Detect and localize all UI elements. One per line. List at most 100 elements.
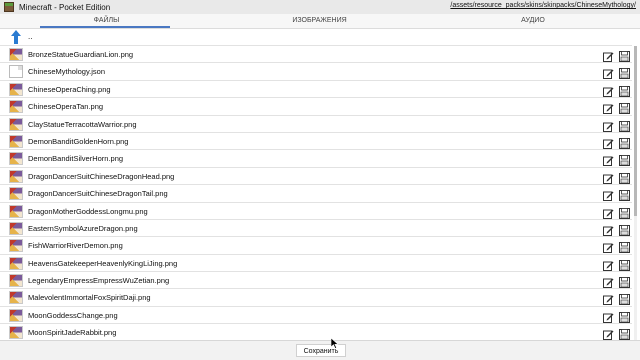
file-row[interactable]: LegendaryEmpressEmpressWuZetian.png [0, 272, 632, 290]
file-row[interactable]: EasternSymbolAzureDragon.png [0, 220, 632, 238]
save-disk-icon[interactable] [619, 206, 630, 219]
edit-icon[interactable] [603, 66, 614, 80]
image-thumbnail-icon [9, 187, 23, 201]
edit-icon[interactable] [603, 49, 614, 62]
image-thumbnail-icon [9, 152, 23, 166]
parent-directory-label: .. [28, 32, 33, 41]
edit-icon[interactable] [603, 292, 614, 306]
file-name: BronzeStatueGuardianLion.png [28, 50, 134, 59]
file-row[interactable]: DemonBanditGoldenHorn.png [0, 133, 632, 151]
file-name: DemonBanditGoldenHorn.png [28, 136, 129, 146]
file-name: ChineseMythology.json [28, 67, 105, 77]
parent-directory-row[interactable]: .. [0, 29, 632, 46]
file-name: ChineseOperaChing.png [28, 84, 111, 94]
window-title: Minecraft - Pocket Edition [19, 2, 111, 12]
scrollbar-thumb[interactable] [634, 46, 637, 216]
save-disk-icon[interactable] [619, 66, 630, 80]
save-disk-icon[interactable] [619, 84, 630, 97]
save-disk-icon[interactable] [619, 136, 630, 149]
edit-icon[interactable] [603, 101, 614, 115]
file-row[interactable]: DemonBanditSilverHorn.png [0, 150, 632, 168]
save-disk-icon[interactable] [619, 240, 630, 254]
current-path[interactable]: /assets/resource_packs/skins/skinpacks/C… [450, 2, 636, 9]
bottom-bar: Сохранить [0, 340, 640, 360]
edit-icon[interactable] [603, 171, 614, 184]
file-row[interactable]: FishWarriorRiverDemon.png [0, 237, 632, 255]
mouse-cursor-icon [331, 338, 339, 349]
file-row[interactable]: HeavensGatekeeperHeavenlyKingLiJing.png [0, 255, 632, 273]
image-thumbnail-icon [9, 169, 23, 183]
json-file-icon [9, 65, 23, 79]
save-disk-icon[interactable] [619, 188, 630, 202]
image-thumbnail-icon [9, 326, 23, 340]
save-disk-icon[interactable] [619, 171, 630, 184]
file-name: EasternSymbolAzureDragon.png [28, 223, 138, 233]
edit-icon[interactable] [603, 258, 614, 271]
save-disk-icon[interactable] [619, 101, 630, 115]
file-row[interactable]: ChineseOperaTan.png [0, 98, 632, 116]
image-thumbnail-icon [9, 256, 23, 270]
edit-icon[interactable] [603, 84, 614, 97]
file-name: FishWarriorRiverDemon.png [28, 241, 123, 251]
scrollbar[interactable] [634, 46, 637, 346]
file-list: BronzeStatueGuardianLion.png ChineseMytho… [0, 46, 632, 342]
save-disk-icon[interactable] [619, 49, 630, 62]
arrow-up-icon [11, 30, 21, 44]
file-name: LegendaryEmpressEmpressWuZetian.png [28, 276, 170, 286]
edit-icon[interactable] [603, 240, 614, 254]
file-name: HeavensGatekeeperHeavenlyKingLiJing.png [28, 258, 178, 268]
file-row[interactable]: DragonMotherGoddessLongmu.png [0, 203, 632, 220]
image-thumbnail-icon [9, 204, 23, 218]
file-row[interactable]: MoonGoddessChange.png [0, 307, 632, 325]
edit-icon[interactable] [603, 223, 614, 236]
edit-icon[interactable] [603, 136, 614, 149]
file-row[interactable]: ChineseMythology.json [0, 63, 632, 81]
edit-icon[interactable] [603, 327, 614, 341]
save-disk-icon[interactable] [619, 275, 630, 289]
file-row[interactable]: ClayStatueTerracottaWarrior.png [0, 116, 632, 133]
image-thumbnail-icon [9, 48, 23, 61]
file-row[interactable]: DragonDancerSuitChineseDragonTail.png [0, 185, 632, 203]
edit-icon[interactable] [603, 188, 614, 202]
save-disk-icon[interactable] [619, 258, 630, 271]
tab-bar: ФАЙЛЫ ИЗОБРАЖЕНИЯ АУДИО [0, 14, 640, 29]
active-tab-indicator [40, 26, 170, 28]
file-name: MalevolentImmortalFoxSpiritDaji.png [28, 293, 151, 303]
file-name: DemonBanditSilverHorn.png [28, 154, 124, 164]
save-disk-icon[interactable] [619, 119, 630, 132]
file-name: ClayStatueTerracottaWarrior.png [28, 119, 137, 129]
save-disk-icon[interactable] [619, 327, 630, 341]
image-thumbnail-icon [9, 239, 23, 253]
file-name: MoonSpiritJadeRabbit.png [28, 328, 117, 338]
image-thumbnail-icon [9, 274, 23, 288]
file-name: DragonDancerSuitChineseDragonHead.png [28, 171, 175, 181]
image-thumbnail-icon [9, 134, 23, 148]
image-thumbnail-icon [9, 221, 23, 235]
tab-audio[interactable]: АУДИО [426, 14, 640, 28]
file-name: DragonDancerSuitChineseDragonTail.png [28, 189, 168, 199]
minecraft-app-icon [4, 2, 14, 12]
save-disk-icon[interactable] [619, 223, 630, 236]
edit-icon[interactable] [603, 119, 614, 132]
edit-icon[interactable] [603, 153, 614, 167]
image-thumbnail-icon [9, 291, 23, 305]
file-name: DragonMotherGoddessLongmu.png [28, 206, 148, 216]
save-disk-icon[interactable] [619, 310, 630, 323]
image-thumbnail-icon [9, 100, 23, 114]
edit-icon[interactable] [603, 275, 614, 289]
edit-icon[interactable] [603, 310, 614, 323]
file-row[interactable]: BronzeStatueGuardianLion.png [0, 46, 632, 64]
image-thumbnail-icon [9, 82, 23, 96]
file-row[interactable]: MalevolentImmortalFoxSpiritDaji.png [0, 289, 632, 307]
file-row[interactable]: DragonDancerSuitChineseDragonHead.png [0, 168, 632, 186]
title-bar: Minecraft - Pocket Edition /assets/resou… [0, 0, 640, 14]
image-thumbnail-icon [9, 308, 23, 322]
tab-images[interactable]: ИЗОБРАЖЕНИЯ [213, 14, 426, 28]
image-thumbnail-icon [9, 117, 23, 131]
file-name: ChineseOperaTan.png [28, 102, 104, 112]
file-row[interactable]: ChineseOperaChing.png [0, 81, 632, 99]
save-disk-icon[interactable] [619, 292, 630, 306]
save-disk-icon[interactable] [619, 153, 630, 167]
file-name: MoonGoddessChange.png [28, 310, 118, 320]
edit-icon[interactable] [603, 206, 614, 219]
